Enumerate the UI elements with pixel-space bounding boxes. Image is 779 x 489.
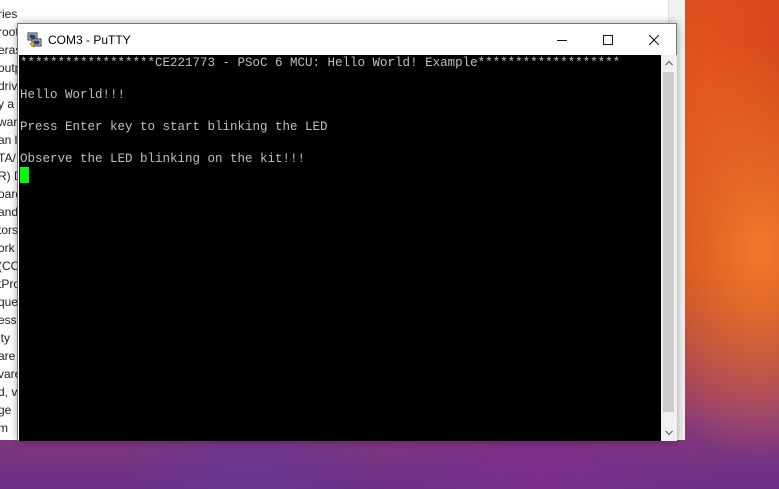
- background-text-line: que: [0, 295, 18, 309]
- background-text-line: esso: [0, 313, 18, 327]
- putty-window[interactable]: COM3 - PuTTY ******************CE221773 …: [17, 23, 677, 441]
- background-text-line: ity: [0, 331, 10, 345]
- background-text-line: tors: [0, 223, 18, 237]
- background-text-line: and: [0, 205, 18, 219]
- background-text-line: are: [0, 349, 16, 363]
- background-text-line: driv: [0, 79, 18, 93]
- minimize-button[interactable]: [539, 24, 585, 55]
- background-text-line: m: [0, 421, 8, 435]
- terminal-line: ******************CE221773 - PSoC 6 MCU:…: [20, 56, 621, 70]
- terminal-line: Hello World!!!: [20, 88, 126, 102]
- background-text-line: y a: [0, 97, 15, 111]
- background-text-line: vare: [0, 367, 18, 381]
- window-title: COM3 - PuTTY: [48, 33, 131, 47]
- background-text-line: an l: [0, 133, 17, 147]
- background-text-line: eras: [0, 43, 18, 57]
- background-text-line: d, v: [0, 385, 18, 399]
- close-icon: [649, 34, 659, 45]
- background-text-line: (CO: [0, 259, 18, 273]
- background-text-line: ware: [0, 115, 18, 129]
- background-text-line: tPro: [0, 277, 18, 291]
- terminal-line: Press Enter key to start blinking the LE…: [20, 120, 328, 134]
- vertical-scrollbar[interactable]: [661, 55, 677, 441]
- close-button[interactable]: [631, 24, 677, 55]
- background-text-line: R) D: [0, 169, 18, 183]
- scroll-up-button[interactable]: [661, 55, 677, 71]
- background-text-line: ge: [0, 403, 12, 417]
- maximize-button[interactable]: [585, 24, 631, 55]
- background-text-line: ork: [0, 241, 15, 255]
- background-text-line: root: [0, 25, 18, 39]
- background-text-column: ries root eras outp driv y a ware an l T…: [0, 0, 18, 440]
- background-text-line: outp: [0, 61, 18, 75]
- minimize-icon: [557, 39, 567, 41]
- title-bar[interactable]: COM3 - PuTTY: [18, 24, 676, 55]
- chevron-down-icon: [665, 430, 673, 436]
- terminal-line: Observe the LED blinking on the kit!!!: [20, 152, 306, 166]
- maximize-icon: [603, 34, 613, 45]
- terminal-screen[interactable]: ******************CE221773 - PSoC 6 MCU:…: [19, 55, 661, 441]
- background-text-line: oard: [0, 187, 18, 201]
- background-text-line: ries: [0, 7, 18, 21]
- terminal-cursor: [20, 167, 29, 183]
- scroll-down-button[interactable]: [661, 425, 677, 441]
- background-text-line: TA/: [0, 151, 16, 165]
- putty-icon[interactable]: [27, 32, 43, 48]
- scrollbar-thumb[interactable]: [663, 72, 674, 412]
- chevron-up-icon: [665, 60, 673, 66]
